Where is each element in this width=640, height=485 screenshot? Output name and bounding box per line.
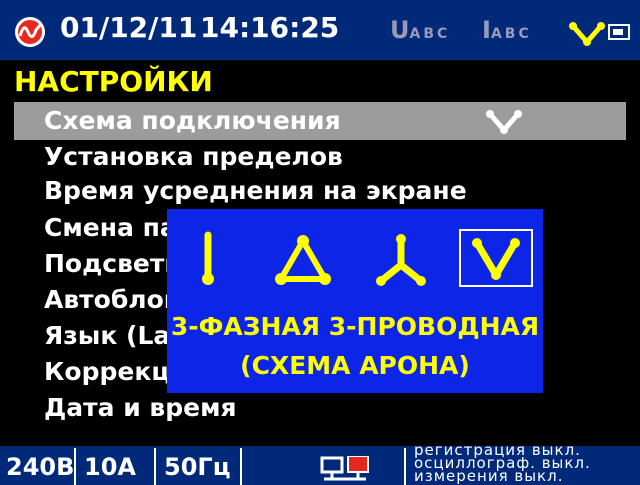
aron-v-icon	[472, 238, 520, 280]
divider	[240, 448, 242, 485]
brand-logo-icon	[15, 17, 45, 47]
current-range: 10А	[84, 453, 136, 481]
wye-icon[interactable]	[373, 227, 429, 289]
menu-item-connection-scheme[interactable]: Схема подключения	[14, 102, 626, 140]
device-screen: 01/12/11 14:16:25 UABC IABC НАСТРОЙКИ Сх…	[0, 0, 640, 485]
current-indicator-letter: I	[482, 16, 491, 44]
voltage-range: 240В	[6, 453, 75, 481]
network-icon	[320, 456, 369, 481]
battery-icon	[608, 24, 630, 40]
bottom-status-bar: 240В 10А 50Гц регистрация выкл. осциллог…	[0, 443, 640, 485]
scheme-description-line1: 3-ФАЗНАЯ 3-ПРОВОДНАЯ	[170, 312, 540, 341]
connection-scheme-icon	[569, 22, 605, 46]
menu-item-averaging-time[interactable]: Время усреднения на экране	[44, 172, 624, 210]
current-indicator: IABC	[482, 16, 532, 48]
date-readout: 01/12/11	[60, 11, 198, 44]
menu-title: НАСТРОЙКИ	[14, 65, 213, 98]
scheme-description-line2: (СХЕМА АРОНА)	[240, 351, 470, 380]
delta-icon[interactable]	[275, 227, 331, 289]
current-indicator-sub: ABC	[490, 26, 532, 42]
voltage-indicator-letter: U	[390, 16, 410, 44]
divider	[404, 448, 406, 485]
aron-v-option[interactable]	[459, 229, 533, 287]
voltage-indicator-sub: ABC	[409, 26, 451, 42]
logging-status: регистрация выкл. осциллограф. выкл. изм…	[414, 443, 591, 484]
frequency: 50Гц	[164, 453, 231, 481]
connection-scheme-icon	[486, 110, 522, 134]
divider	[154, 448, 156, 485]
time-readout: 14:16:25	[200, 11, 340, 44]
voltage-indicator: UABC	[390, 16, 450, 48]
single-phase-icon[interactable]	[193, 227, 223, 289]
menu-item-limits[interactable]: Установка пределов	[44, 138, 624, 176]
divider	[74, 448, 76, 485]
connection-scheme-popup: 3-ФАЗНАЯ 3-ПРОВОДНАЯ (СХЕМА АРОНА)	[167, 209, 543, 393]
menu-item-date-time[interactable]: Дата и время	[44, 389, 624, 427]
status-bar: 01/12/11 14:16:25 UABC IABC	[0, 0, 640, 60]
menu-item-label: Схема подключения	[44, 106, 341, 135]
